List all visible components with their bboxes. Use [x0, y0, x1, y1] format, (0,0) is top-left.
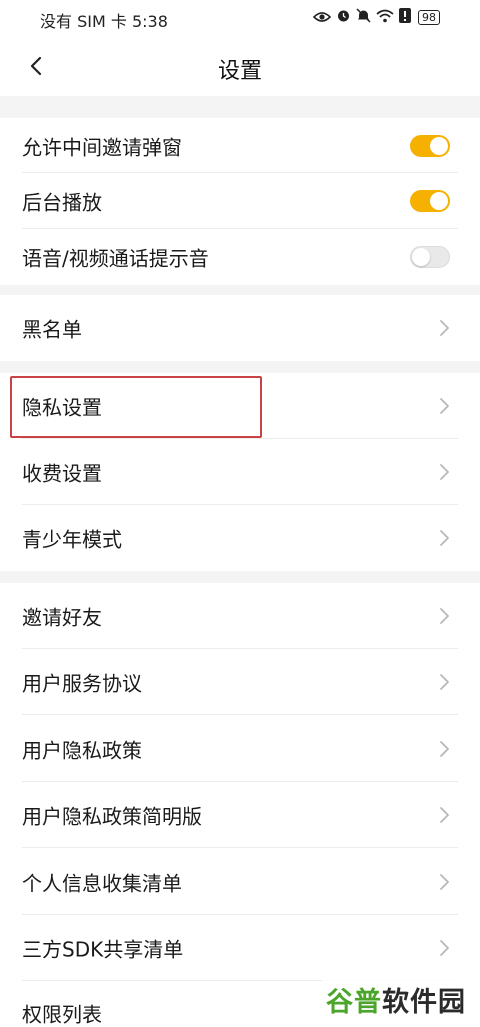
chevron-right-icon	[440, 740, 449, 757]
toggle-row-invite-popup: 允许中间邀请弹窗	[0, 118, 480, 173]
chevron-right-icon	[440, 674, 449, 690]
toggle-knob	[412, 248, 430, 266]
chevron-right-icon	[440, 464, 449, 480]
menu-item-privacy-policy-brief[interactable]: 用户隐私政策简明版	[0, 782, 480, 848]
status-icons: 98	[312, 8, 440, 27]
menu-item-privacy-settings[interactable]: 隐私设置	[0, 373, 480, 439]
menu-item-sdk-sharing-list[interactable]: 三方SDK共享清单	[0, 915, 480, 981]
chevron-right-icon	[440, 873, 449, 890]
battery-indicator: 98	[418, 10, 440, 25]
chevron-right-icon	[440, 608, 449, 624]
menu-item-fee-settings[interactable]: 收费设置	[0, 439, 480, 505]
row-label: 隐私设置	[22, 395, 102, 420]
chevron-right-icon	[440, 398, 449, 414]
back-button[interactable]	[18, 48, 54, 84]
background-play-toggle[interactable]	[410, 190, 450, 212]
toggle-knob	[430, 136, 448, 155]
section-gap	[0, 285, 480, 295]
chevron-right-icon	[440, 530, 449, 546]
nav-bar: 设置	[0, 36, 480, 96]
section-gap	[0, 361, 480, 373]
row-label: 三方SDK共享清单	[22, 937, 184, 962]
menu-item-blacklist[interactable]: 黑名单	[0, 295, 480, 361]
mute-icon	[356, 8, 371, 27]
row-label: 允许中间邀请弹窗	[22, 135, 182, 159]
section-gap	[0, 96, 480, 118]
alarm-icon	[336, 8, 351, 27]
row-label: 收费设置	[22, 461, 102, 486]
invite-popup-toggle[interactable]	[410, 134, 450, 157]
row-label: 个人信息收集清单	[22, 871, 182, 895]
eye-icon	[312, 9, 332, 27]
row-label: 邀请好友	[22, 605, 102, 630]
row-label: 黑名单	[22, 317, 82, 342]
toggle-row-call-sound: 语音/视频通话提示音	[0, 229, 480, 285]
chevron-right-icon	[440, 320, 449, 336]
row-label: 用户隐私政策	[22, 738, 142, 762]
watermark-part2: 软件园	[382, 987, 466, 1018]
row-label: 权限列表	[22, 1002, 102, 1027]
section-gap	[0, 571, 480, 583]
call-sound-toggle[interactable]	[410, 246, 450, 268]
menu-item-invite-friends[interactable]: 邀请好友	[0, 583, 480, 649]
chevron-right-icon	[440, 940, 449, 956]
wifi-icon	[376, 9, 394, 27]
row-label: 后台播放	[22, 190, 102, 215]
status-bar: 没有 SIM 卡 5:38 98	[0, 0, 480, 36]
watermark-part1: 谷普	[326, 987, 382, 1018]
watermark-logo: 谷普软件园	[320, 980, 472, 1019]
toggle-knob	[430, 192, 448, 210]
menu-item-privacy-policy[interactable]: 用户隐私政策	[0, 715, 480, 782]
menu-item-service-agreement[interactable]: 用户服务协议	[0, 649, 480, 715]
row-label: 青少年模式	[22, 527, 122, 552]
alert-icon	[399, 8, 411, 27]
row-label: 用户服务协议	[22, 671, 142, 696]
toggle-row-background-play: 后台播放	[0, 173, 480, 229]
status-carrier-time: 没有 SIM 卡 5:38	[40, 12, 168, 31]
chevron-left-icon	[30, 56, 42, 76]
page-title: 设置	[217, 59, 262, 84]
menu-item-personal-info-list[interactable]: 个人信息收集清单	[0, 848, 480, 915]
menu-item-teen-mode[interactable]: 青少年模式	[0, 505, 480, 571]
row-label: 用户隐私政策简明版	[22, 804, 202, 829]
row-label: 语音/视频通话提示音	[22, 246, 209, 271]
chevron-right-icon	[440, 807, 449, 823]
